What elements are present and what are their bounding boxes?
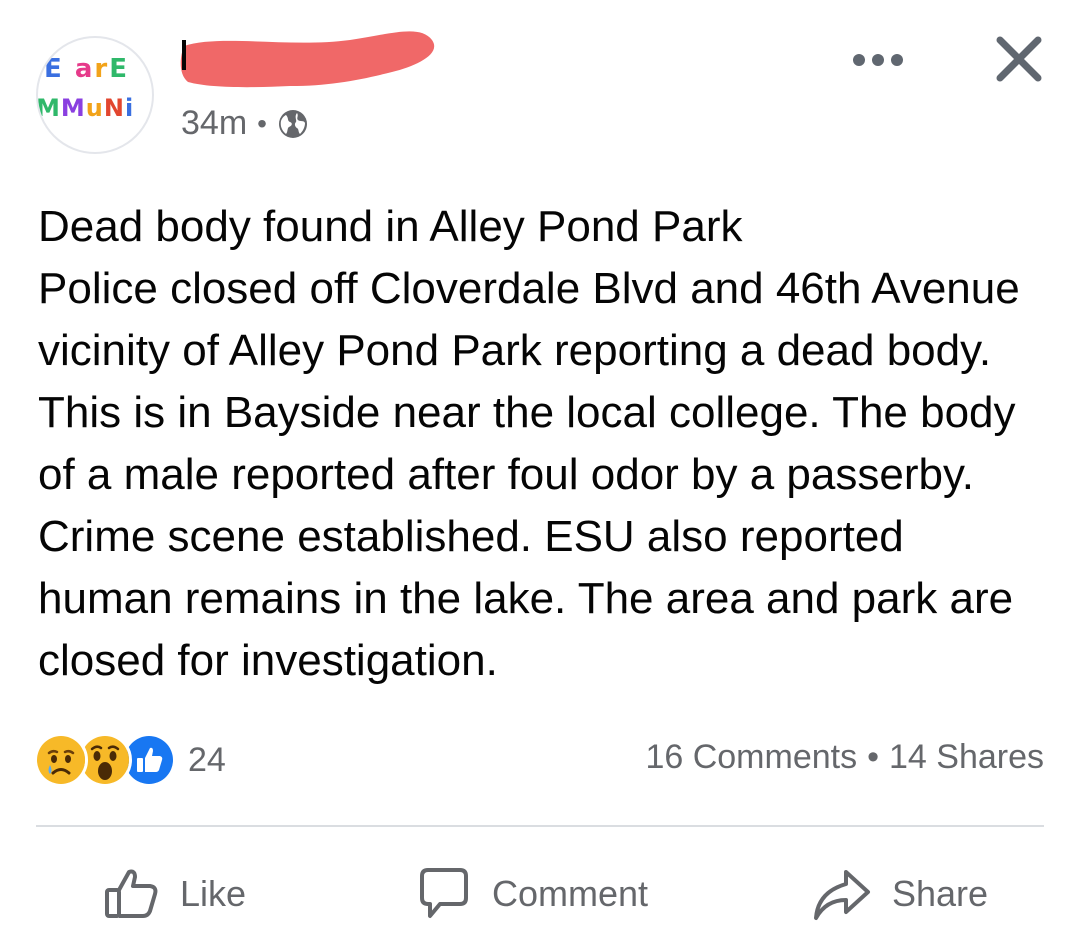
post-body: Police closed off Cloverdale Blvd and 46… [38, 264, 1020, 685]
share-button[interactable]: Share [810, 858, 988, 930]
comment-label: Comment [492, 873, 649, 914]
globe-icon[interactable] [277, 108, 309, 140]
page-avatar[interactable]: E arE MMuNi [36, 36, 154, 154]
post-meta: 34m • [181, 104, 309, 143]
post-text: Dead body found in Alley Pond Park Polic… [38, 196, 1048, 692]
comments-count-link[interactable]: 16 Comments [645, 738, 857, 777]
shares-count-link[interactable]: 14 Shares [889, 738, 1044, 777]
redacted-author-name[interactable] [180, 26, 438, 92]
stats-separator: • [867, 738, 879, 776]
engagement-stats: 16 Comments • 14 Shares [645, 738, 1044, 777]
reaction-summary[interactable]: 24 [34, 733, 226, 787]
avatar-text-line1: E arE [44, 54, 129, 84]
share-label: Share [892, 873, 989, 914]
comment-bubble-icon [420, 868, 468, 918]
thumbs-up-icon [105, 869, 158, 918]
like-button[interactable]: Like [102, 858, 246, 930]
avatar-text-line2: MMuNi [36, 94, 135, 122]
more-options-icon[interactable] [846, 40, 910, 80]
meta-separator: • [257, 107, 267, 139]
close-icon[interactable] [990, 30, 1048, 88]
post-timestamp[interactable]: 34m [181, 104, 247, 143]
comment-button[interactable]: Comment [414, 858, 648, 930]
like-label: Like [180, 873, 247, 914]
action-divider [36, 825, 1044, 827]
share-arrow-icon [814, 870, 870, 920]
reaction-count: 24 [188, 740, 226, 779]
sad-reaction-icon [34, 733, 88, 787]
post-headline: Dead body found in Alley Pond Park [38, 202, 743, 251]
facebook-post: E arE MMuNi 34m • Dead body found in All… [0, 0, 1080, 942]
